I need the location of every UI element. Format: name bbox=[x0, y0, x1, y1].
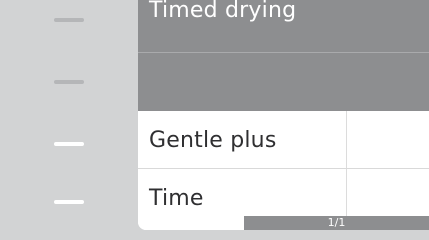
row-indicator-dash bbox=[54, 200, 84, 204]
row-indicator-dash bbox=[54, 18, 84, 22]
menu-item-timed-drying[interactable]: Timed drying bbox=[138, 0, 429, 52]
row-indicator-dash bbox=[54, 80, 84, 84]
menu-item-empty[interactable] bbox=[138, 53, 429, 111]
screen: Timed drying Gentle plus Time 1/1 bbox=[0, 0, 429, 240]
row-indicator-dash bbox=[54, 142, 84, 146]
row-indicator-column bbox=[0, 0, 138, 240]
menu-item-label: Time bbox=[149, 186, 204, 211]
menu-list: Timed drying Gentle plus Time 1/1 bbox=[138, 0, 429, 230]
menu-item-gentle-plus[interactable]: Gentle plus bbox=[138, 111, 429, 168]
menu-item-label: Timed drying bbox=[149, 0, 297, 23]
column-divider bbox=[346, 111, 347, 168]
page-indicator: 1/1 bbox=[244, 216, 429, 230]
menu-item-label: Gentle plus bbox=[149, 128, 277, 153]
